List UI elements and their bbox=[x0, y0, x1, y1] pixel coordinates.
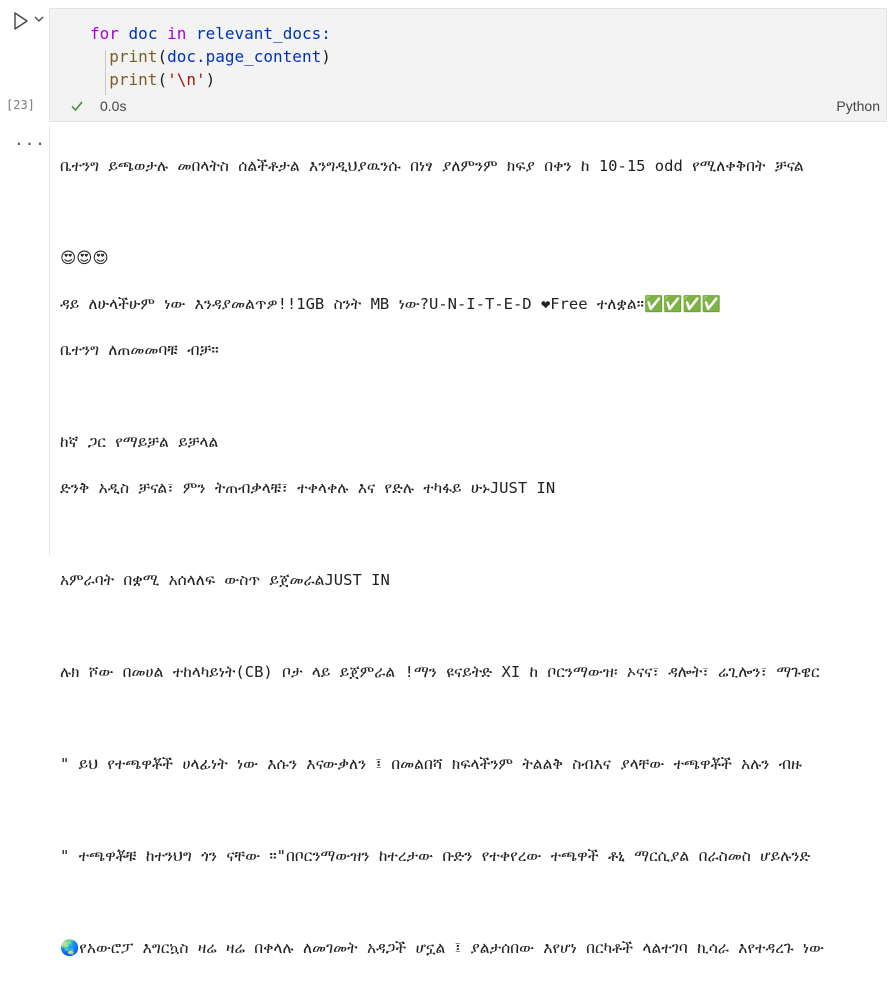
output-line: ድንቅ አዲስ ቻናል፣ ምን ትጠብቃላቹ፣ ተቀላቀሉ እና የድሉ ተካፋ… bbox=[60, 479, 556, 497]
paren-open: ( bbox=[157, 47, 168, 66]
loop-variable: doc bbox=[128, 24, 158, 43]
output-line: ቤተንግ ለጠመመባቹ ብቻ። bbox=[60, 341, 219, 359]
output-line: " ይህ የተጫዋቾች ሀላፊነት ነው እሱን እናውቃለን ፤ በመልበሻ … bbox=[60, 755, 802, 773]
output-line: ዳይ ለሁላችሁም ነው እንዳያመልጥዎ!!1GB ስንት MB ነው?U-N… bbox=[60, 295, 722, 313]
string-literal: '\n' bbox=[167, 70, 206, 89]
code-editor[interactable]: for doc in relevant_docs: print(doc.page… bbox=[90, 22, 331, 91]
print-argument: doc.page_content bbox=[167, 47, 322, 66]
output-line: አምራባት በቋሚ አሰላለፍ ውስጥ ይጀመራልJUST IN bbox=[60, 571, 390, 589]
language-selector[interactable]: Python bbox=[836, 98, 880, 114]
print-function: print bbox=[109, 70, 158, 89]
paren-open: ( bbox=[157, 70, 168, 89]
output-line: ቤተንግ ይጫወታሉ መበላትስ ሰልችቶታል እንግዲህያዉንሱ በነፃ ያለ… bbox=[60, 157, 804, 175]
chevron-down-icon[interactable] bbox=[33, 13, 45, 25]
output-line: ከኛ ጋር የማይቻል ይቻላል bbox=[60, 433, 219, 451]
print-function: print bbox=[109, 47, 158, 66]
execution-count: [23] bbox=[6, 98, 35, 112]
check-icon bbox=[71, 101, 83, 112]
run-cell-icon[interactable] bbox=[10, 10, 32, 32]
output-line: 😍😍😍 bbox=[60, 249, 109, 267]
output-line: " ተጫዋቾቹ ከተንህግ ጎን ናቸው ።"በቦርንማውዝን ከተረታው ቡድ… bbox=[60, 847, 811, 865]
output-line: 🌏የአውሮፓ እግርኳስ ዛሬ ዛሬ በቀላሉ ለመገመት አዳጋች ሆኗል ፤… bbox=[60, 939, 824, 957]
output-divider bbox=[49, 126, 50, 555]
iterable: relevant_docs: bbox=[196, 24, 331, 43]
code-line-3: print('\n') bbox=[109, 70, 215, 89]
output-line: ሉክ ሾው በመሀል ተከላካይነት(CB) ቦታ ላይ ይጀምራል !ማን ዩ… bbox=[60, 663, 820, 681]
cell-output: ቤተንግ ይጫወታሉ መበላትስ ሰልችቶታል እንግዲህያዉንሱ በነፃ ያለ… bbox=[60, 132, 893, 983]
output-menu-icon[interactable]: ... bbox=[14, 130, 46, 149]
paren-close: ) bbox=[321, 47, 331, 66]
cell-status-bar: 0.0s Python bbox=[50, 97, 886, 119]
code-line-2: print(doc.page_content) bbox=[109, 47, 331, 66]
keyword-for: for bbox=[90, 24, 119, 43]
execution-time: 0.0s bbox=[100, 98, 127, 114]
code-line-1: for doc in relevant_docs: bbox=[90, 24, 331, 43]
paren-close: ) bbox=[205, 70, 216, 89]
keyword-in: in bbox=[167, 24, 187, 43]
code-cell[interactable]: for doc in relevant_docs: print(doc.page… bbox=[49, 8, 887, 122]
